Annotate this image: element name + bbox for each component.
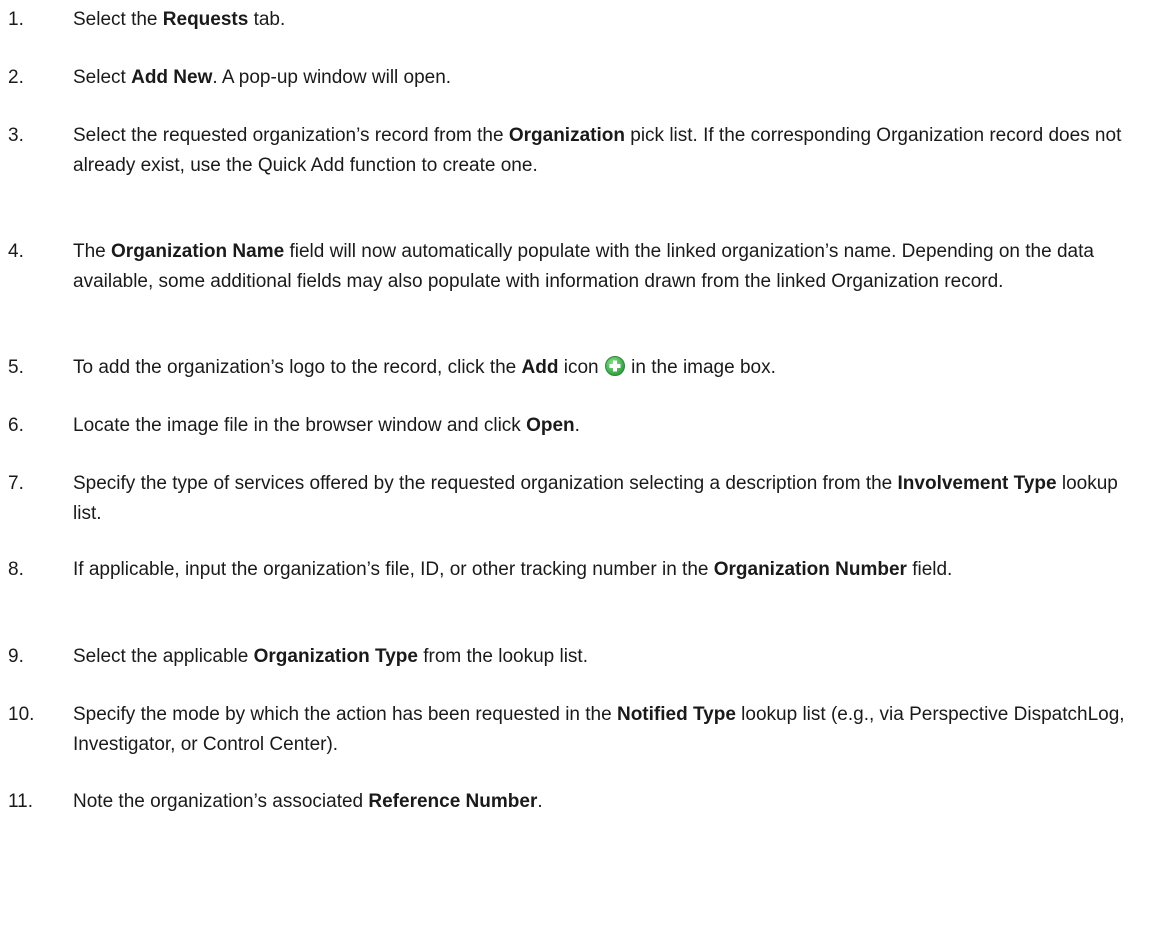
ui-term: Notified Type xyxy=(616,704,736,725)
ui-term: Add xyxy=(521,357,559,378)
step-number: 5. xyxy=(8,357,24,378)
step-number: 11. xyxy=(8,791,34,812)
add-plus-icon xyxy=(604,356,625,376)
ui-term: Add New xyxy=(131,67,213,88)
step-number: 3. xyxy=(8,125,24,146)
step-text: Specify the mode by which the action has… xyxy=(73,704,1125,755)
step-number: 6. xyxy=(8,415,24,436)
step-number: 2. xyxy=(8,67,24,88)
ui-term: Organization Number xyxy=(713,559,907,580)
step-text: Select the Requests tab. xyxy=(73,9,286,30)
step-text: Select the applicable Organization Type … xyxy=(73,646,588,667)
step-text: Locate the image file in the browser win… xyxy=(73,415,580,436)
step-number: 4. xyxy=(8,241,24,262)
step-text: To add the organization’s logo to the re… xyxy=(73,356,776,378)
ui-term: Reference Number xyxy=(368,791,538,812)
step-number: 9. xyxy=(8,646,24,667)
ui-term: Organization Type xyxy=(253,646,418,667)
step-text: Specify the type of services offered by … xyxy=(73,473,1118,524)
ui-term: Open xyxy=(526,415,575,436)
step-text: Select Add New. A pop-up window will ope… xyxy=(73,67,452,88)
ui-term: Requests xyxy=(162,9,249,30)
ui-term: Organization Name xyxy=(111,241,285,262)
step-number: 8. xyxy=(8,559,24,580)
instruction-document: 1. Select the Requests tab. 2. Select Ad… xyxy=(0,0,1151,939)
step-number: 7. xyxy=(8,473,24,494)
step-number: 1. xyxy=(8,9,24,30)
ui-term: Involvement Type xyxy=(897,473,1057,494)
step-text: Select the requested organization’s reco… xyxy=(73,125,1122,176)
step-text: The Organization Name field will now aut… xyxy=(73,241,1094,292)
ui-term: Organization xyxy=(508,125,625,146)
step-text: Note the organization’s associated Refer… xyxy=(73,791,543,812)
step-number: 10. xyxy=(8,704,35,725)
step-text: If applicable, input the organization’s … xyxy=(73,559,953,580)
